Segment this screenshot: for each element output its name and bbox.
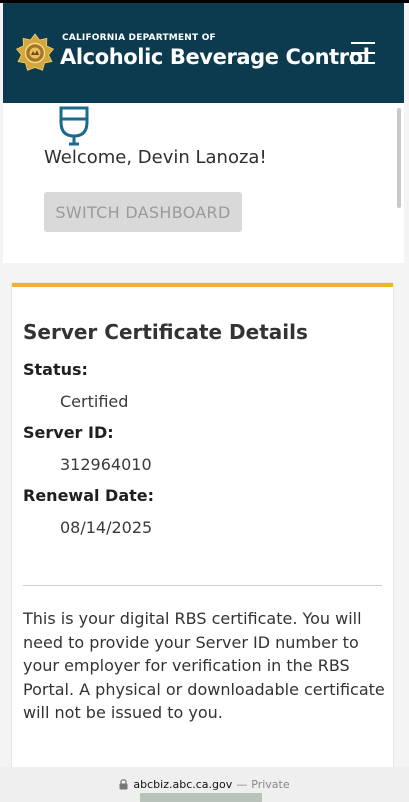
url-text: abcbiz.abc.ca.gov xyxy=(133,778,233,791)
page-scrollbar[interactable] xyxy=(397,108,401,208)
certificate-description: This is your digital RBS certificate. Yo… xyxy=(23,609,385,722)
department-label: CALIFORNIA DEPARTMENT OF xyxy=(62,33,216,43)
status-value: Certified xyxy=(60,392,129,411)
url-separator: — xyxy=(236,778,248,791)
welcome-section: Welcome, Devin Lanoza! SWITCH DASHBOARD xyxy=(3,103,404,263)
welcome-message: Welcome, Devin Lanoza! xyxy=(44,147,267,168)
status-label: Status: xyxy=(23,360,88,379)
card-title: Server Certificate Details xyxy=(23,320,308,344)
lock-icon xyxy=(119,779,128,790)
hamburger-menu-icon[interactable] xyxy=(351,42,375,66)
card-divider xyxy=(23,585,382,586)
abc-seal-icon xyxy=(15,33,55,71)
wine-glass-icon xyxy=(59,106,89,146)
private-mode-label: Private xyxy=(251,778,290,791)
site-title[interactable]: Alcoholic Beverage Control xyxy=(60,45,370,69)
server-id-label: Server ID: xyxy=(23,423,114,442)
server-certificate-card: Server Certificate Details Status: Certi… xyxy=(12,283,393,777)
site-header: CALIFORNIA DEPARTMENT OF Alcoholic Bever… xyxy=(3,3,404,103)
server-id-value: 312964010 xyxy=(60,455,152,474)
renewal-date-label: Renewal Date: xyxy=(23,486,155,505)
page-content-peek xyxy=(140,793,262,802)
switch-dashboard-button[interactable]: SWITCH DASHBOARD xyxy=(44,192,242,232)
renewal-date-value: 08/14/2025 xyxy=(60,518,153,537)
